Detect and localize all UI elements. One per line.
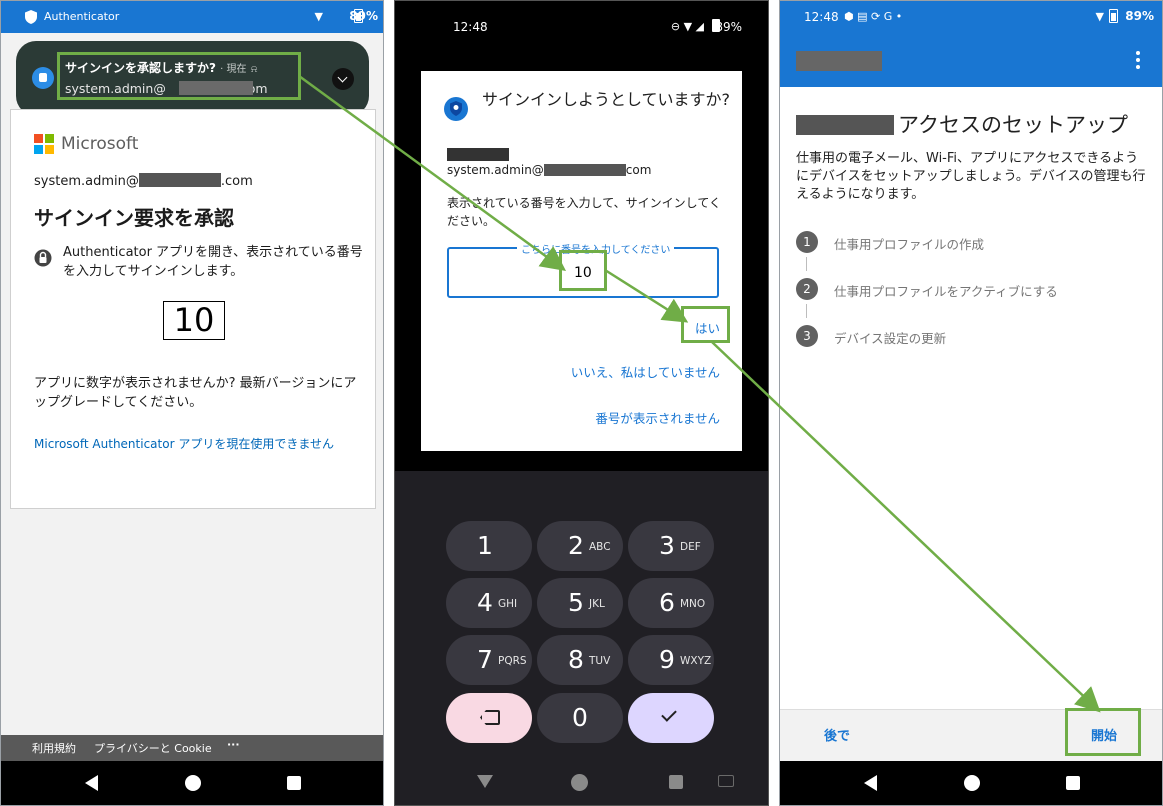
system-navigation-bar [1,761,383,805]
redacted-block [138,173,221,187]
key-2[interactable]: 2 ABC [537,521,623,571]
authenticator-app-icon [25,10,37,24]
recents-icon[interactable] [287,776,301,790]
phone-access-setup-screen: 12:48 ⬢ ▤ ⟳ G • ▼ 89% アクセスのセットアップ 仕事用の電子… [779,0,1163,806]
redacted-block [796,115,894,135]
confirm-key[interactable] [628,693,714,743]
authenticator-shield-icon [444,97,468,121]
key-5[interactable]: 5 JKL [537,578,623,628]
instruction-text: 表示されている番号を入力して、サインインしてください。 [447,196,721,228]
battery-icon [1109,9,1118,23]
system-navigation-bar [395,763,768,805]
lock-icon [32,67,54,89]
number-highlight-box [559,250,607,291]
home-icon[interactable] [964,775,980,791]
key-1[interactable]: 1 [446,521,532,571]
redacted-block [447,148,509,161]
app-bar [780,33,1162,87]
later-button[interactable]: 後で [824,725,850,744]
sign-in-number: 10 [163,301,225,340]
terms-link[interactable]: 利用規約 [32,740,76,756]
key-9[interactable]: 9 WXYZ [628,635,714,685]
home-icon[interactable] [185,775,201,791]
recents-icon[interactable] [1066,776,1080,790]
setup-description: 仕事用の電子メール、Wi-Fi、アプリにアクセスできるようにデバイスをセットアッ… [796,151,1146,202]
notification-highlight-box [57,52,301,100]
more-vert-icon[interactable] [1136,51,1140,69]
home-icon[interactable] [571,774,588,791]
phone-number-match-screen: 12:48 ⊖ ▼ ◢ 89% サインインしようとしていますか? system.… [394,0,769,806]
status-icons: ⬢ ▤ ⟳ G • [844,10,903,23]
authenticator-unavailable-link[interactable]: Microsoft Authenticator アプリを現在使用できません [34,435,334,452]
battery-percent: 89% [715,20,742,34]
status-time: 12:48 [804,10,839,24]
instruction-text: Authenticator アプリを開き、表示されている番号を入力してサインイン… [63,245,363,279]
status-time: 12:48 [453,20,488,34]
sign-in-card: Microsoft system.admin@ .com サインイン要求を承認 A… [10,109,376,509]
back-icon[interactable] [864,775,877,791]
status-app-name: Authenticator [44,10,120,23]
microsoft-brand: Microsoft [61,134,139,154]
keyboard-icon[interactable] [718,775,734,787]
back-icon[interactable] [85,775,98,791]
status-icons: ⊖ ▼ ◢ [670,20,704,33]
status-bar: Authenticator ▼ 89% [1,1,383,33]
no-button[interactable]: いいえ、私はしていません [571,362,720,381]
battery-percent: 89% [349,9,378,23]
authenticator-lock-icon [34,249,52,267]
backspace-key[interactable] [446,693,532,743]
page-title: アクセスのセットアップ [796,109,1128,139]
more-options-button[interactable]: ··· [227,738,240,751]
help-text: アプリに数字が表示されませんか? 最新バージョンにアップグレードしてください。 [34,376,357,410]
key-0[interactable]: 0 [537,693,623,743]
key-7[interactable]: 7 PQRS [446,635,532,685]
key-6[interactable]: 6 MNO [628,578,714,628]
wifi-icon: ▼ [1095,10,1104,23]
battery-percent: 89% [1125,9,1154,23]
page-title: サインイン要求を承認 [34,206,234,230]
footer-bar: 利用規約 プライバシーと Cookie ··· [1,735,383,762]
status-bar: 12:48 ⊖ ▼ ◢ 89% [395,1,768,51]
back-icon[interactable] [477,775,493,788]
microsoft-logo-icon [34,134,54,154]
check-icon [661,706,677,722]
no-number-button[interactable]: 番号が表示されません [595,408,720,427]
wifi-icon: ▼ [314,10,323,23]
key-8[interactable]: 8 TUV [537,635,623,685]
system-navigation-bar [780,761,1162,805]
phone-authenticator-screen: Authenticator ▼ 89% サインインを承認しますか? · 現在 ⍾… [0,0,384,806]
recents-icon[interactable] [669,775,683,789]
step-connector [806,257,807,271]
account-email: system.admin@ com [447,163,652,177]
account-email: system.admin@ .com [34,173,253,189]
backspace-icon [480,710,500,725]
redacted-block [796,51,882,71]
redacted-block [543,164,626,176]
yes-highlight-box [681,306,730,343]
dialog-title: サインインしようとしていますか? [482,90,731,109]
key-4[interactable]: 4 GHI [446,578,532,628]
numeric-keypad: 1 2 ABC 3 DEF 4 GHI 5 JKL 6 MNO 7 PQRS 8 TUV 9W… [395,471,768,763]
start-highlight-box [1065,708,1141,756]
chevron-down-icon[interactable] [332,68,354,90]
key-3[interactable]: 3 DEF [628,521,714,571]
privacy-link[interactable]: プライバシーと Cookie [94,740,212,756]
step-connector [806,304,807,318]
status-bar: 12:48 ⬢ ▤ ⟳ G • ▼ 89% [780,1,1162,33]
